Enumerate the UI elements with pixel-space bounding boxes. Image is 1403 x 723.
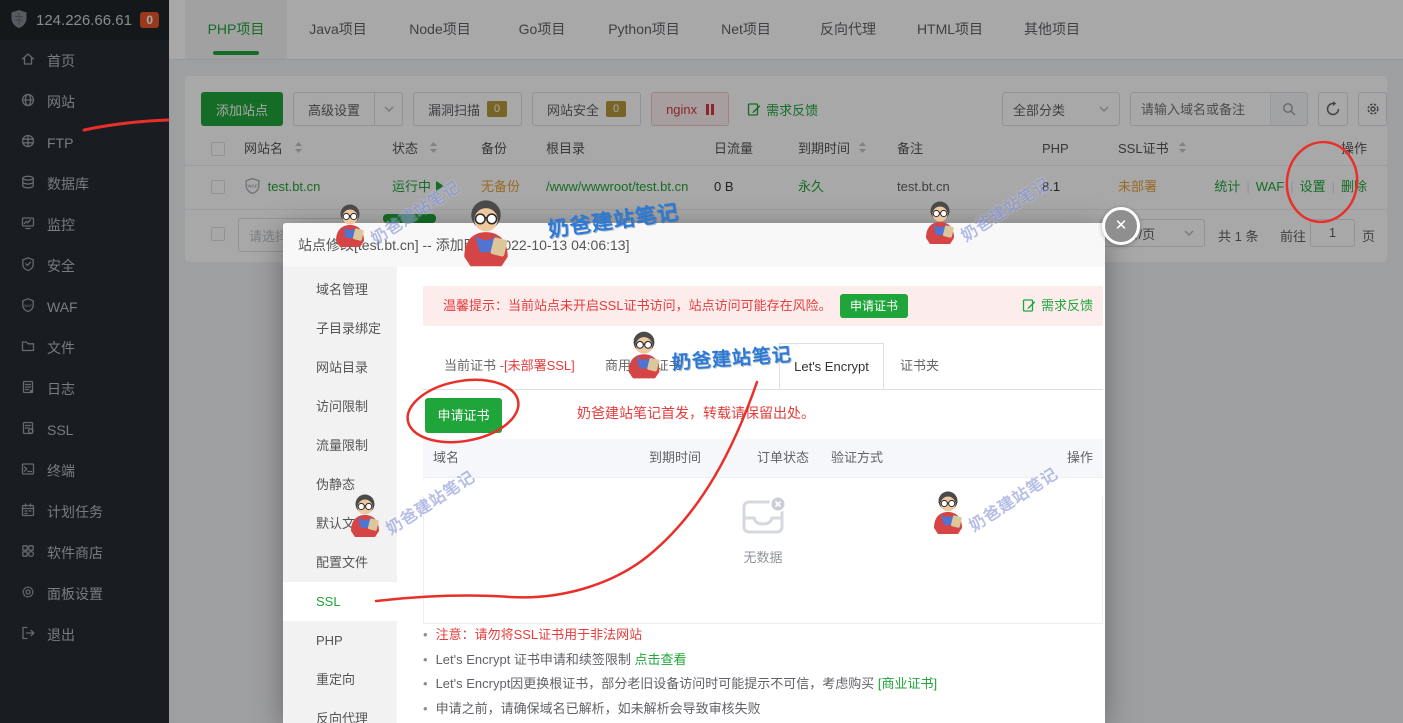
note-commercial-link[interactable]: [商业证书] — [878, 676, 937, 691]
modal-menu-default-doc[interactable]: 默认文档 — [283, 504, 397, 543]
tab-current-cert[interactable]: 当前证书 -[未部署SSL] — [444, 343, 575, 389]
empty-box-icon — [424, 496, 1102, 541]
cert-tabs: 当前证书 -[未部署SSL] 商用SSL证书 Let's Encrypt 证书夹 — [423, 343, 1103, 390]
cert-table-header: 域名 到期时间 订单状态 验证方式 操作 — [423, 439, 1103, 478]
cert-col-expire: 到期时间 — [649, 439, 701, 477]
note-dns: 申请之前，请确保域名已解析，如未解析会导致审核失败 — [436, 701, 761, 716]
modal-menu-traffic-limit[interactable]: 流量限制 — [283, 426, 397, 465]
cert-table-empty: 无数据 — [423, 496, 1103, 624]
empty-text: 无数据 — [424, 547, 1102, 566]
bt-panel-page: 124.226.66.61 0 首页 网站 FTP 数据库 监控 安全 WAFW… — [0, 0, 1403, 723]
feedback-note-icon — [1022, 298, 1036, 312]
ssl-warning-text: 温馨提示：当前站点未开启SSL证书访问，站点访问可能存在风险。 — [443, 286, 832, 326]
modal-menu-subdir[interactable]: 子目录绑定 — [283, 309, 397, 348]
modal-menu: 域名管理 子目录绑定 网站目录 访问限制 流量限制 伪静态 默认文档 配置文件 … — [283, 267, 397, 723]
ssl-panel: 温馨提示：当前站点未开启SSL证书访问，站点访问可能存在风险。 申请证书 需求反… — [397, 267, 1105, 723]
tab-lets-encrypt[interactable]: Let's Encrypt — [779, 343, 884, 389]
cert-table: 域名 到期时间 订单状态 验证方式 操作 无数据 — [423, 439, 1103, 624]
cert-col-actions: 操作 — [1067, 439, 1093, 477]
note-limit-link[interactable]: 点击查看 — [635, 652, 687, 667]
alert-apply-cert-button[interactable]: 申请证书 — [840, 294, 908, 318]
modal-menu-domain[interactable]: 域名管理 — [283, 270, 397, 309]
modal-close-button[interactable]: ✕ — [1102, 207, 1140, 245]
modal-menu-rewrite[interactable]: 伪静态 — [283, 465, 397, 504]
modal-menu-config[interactable]: 配置文件 — [283, 543, 397, 582]
modal-menu-reverse-proxy[interactable]: 反向代理 — [283, 699, 397, 723]
cert-col-verify: 验证方式 — [831, 439, 883, 477]
blog-claim-text: 奶爸建站笔记首发，转载请保留出处。 — [577, 403, 815, 423]
apply-cert-button[interactable]: 申请证书 — [425, 398, 502, 433]
ssl-notes: •注意：请勿将SSL证书用于非法网站 •Let's Encrypt 证书申请和续… — [423, 623, 937, 721]
tab-commercial-ssl[interactable]: 商用SSL证书 — [605, 343, 682, 389]
modal-menu-ssl[interactable]: SSL — [283, 582, 397, 621]
note-limit: Let's Encrypt 证书申请和续签限制 — [436, 652, 635, 667]
site-settings-modal: 站点修改[test.bt.cn] -- 添加时间[2022-10-13 04:0… — [283, 223, 1105, 723]
modal-menu-php[interactable]: PHP — [283, 621, 397, 660]
cert-col-order-status: 订单状态 — [757, 439, 809, 477]
modal-menu-access-limit[interactable]: 访问限制 — [283, 387, 397, 426]
cert-col-domain: 域名 — [433, 439, 459, 477]
ssl-warning-alert: 温馨提示：当前站点未开启SSL证书访问，站点访问可能存在风险。 申请证书 需求反… — [423, 286, 1103, 326]
modal-title: 站点修改[test.bt.cn] -- 添加时间[2022-10-13 04:0… — [283, 223, 1105, 268]
note-root-cert: Let's Encrypt因更换根证书，部分老旧设备访问时可能提示不可信，考虑购… — [436, 676, 878, 691]
note-warning: 注意：请勿将SSL证书用于非法网站 — [436, 627, 643, 642]
tab-cert-folder[interactable]: 证书夹 — [900, 343, 939, 389]
modal-menu-redirect[interactable]: 重定向 — [283, 660, 397, 699]
modal-feedback-link[interactable]: 需求反馈 — [1022, 295, 1093, 314]
cert-status-label: [未部署SSL] — [504, 358, 575, 373]
modal-menu-sitedir[interactable]: 网站目录 — [283, 348, 397, 387]
